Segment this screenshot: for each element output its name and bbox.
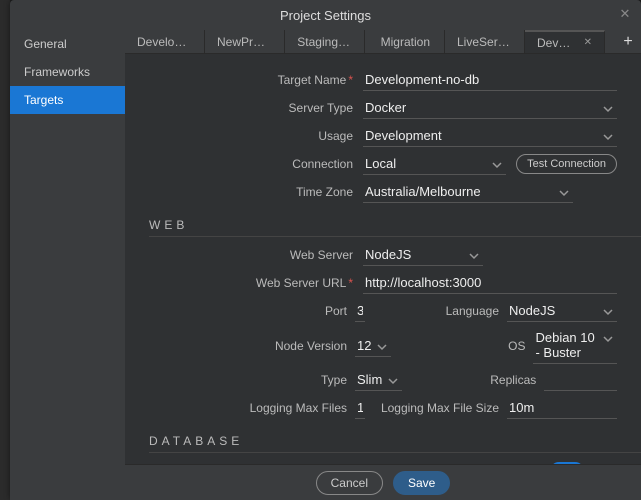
- os-label: OS: [403, 339, 533, 353]
- section-web: WEB: [149, 218, 617, 237]
- type-select[interactable]: Slim: [355, 369, 402, 391]
- sidebar: General Frameworks Targets: [10, 30, 125, 500]
- tab-label: Migration: [377, 35, 432, 49]
- dialog-footer: Cancel Save: [125, 464, 641, 500]
- chevron-down-icon: [559, 186, 569, 201]
- chevron-down-icon: [603, 305, 613, 320]
- target-name-label: Target Name*: [125, 73, 355, 87]
- sidebar-item-targets[interactable]: Targets: [10, 86, 125, 114]
- target-name-input[interactable]: [363, 69, 617, 91]
- tab-staging[interactable]: Staging…: [285, 30, 365, 53]
- web-server-select[interactable]: NodeJS: [363, 244, 483, 266]
- usage-label: Usage: [125, 129, 355, 143]
- log-max-files-label: Logging Max Files: [125, 401, 355, 415]
- port-label: Port: [125, 304, 355, 318]
- node-version-label: Node Version: [125, 339, 355, 353]
- server-type-select[interactable]: Docker: [363, 97, 617, 119]
- chevron-down-icon: [388, 374, 398, 389]
- tab-label: NewPro…: [217, 35, 272, 49]
- sidebar-item-label: Targets: [24, 93, 63, 107]
- save-button[interactable]: Save: [393, 471, 450, 495]
- close-icon[interactable]: ✕: [617, 6, 633, 22]
- language-select[interactable]: NodeJS: [507, 300, 617, 322]
- background: [0, 0, 10, 500]
- test-connection-button[interactable]: Test Connection: [516, 154, 617, 174]
- tab-close-icon[interactable]: ✕: [584, 37, 592, 48]
- chevron-down-icon: [603, 130, 613, 145]
- web-server-label: Web Server: [125, 248, 355, 262]
- log-max-file-size-input[interactable]: [507, 397, 617, 419]
- web-server-url-label: Web Server URL*: [125, 276, 355, 290]
- dialog-title-bar: Project Settings ✕: [10, 0, 641, 30]
- sidebar-item-label: General: [24, 37, 67, 51]
- language-label: Language: [377, 304, 507, 318]
- sidebar-item-label: Frameworks: [24, 65, 90, 79]
- time-zone-select[interactable]: Australia/Melbourne: [363, 181, 573, 203]
- port-input[interactable]: [355, 300, 365, 322]
- replicas-label: Replicas: [414, 373, 544, 387]
- chevron-down-icon: [377, 340, 387, 355]
- time-zone-label: Time Zone: [125, 185, 355, 199]
- tab-label: Develop…: [137, 35, 192, 49]
- log-max-file-size-label: Logging Max File Size: [377, 401, 507, 415]
- tab-label: Staging…: [297, 35, 352, 49]
- form-area: Target Name* Server Type Docker Usage De…: [125, 54, 641, 464]
- chevron-down-icon: [492, 158, 502, 173]
- add-tab-button[interactable]: +: [615, 30, 641, 53]
- os-select[interactable]: Debian 10 - Buster: [533, 327, 617, 364]
- replicas-input[interactable]: [544, 369, 617, 391]
- target-tabs: Develop… NewPro… Staging… Migration Live…: [125, 30, 641, 54]
- dialog-title: Project Settings: [280, 8, 371, 23]
- usage-select[interactable]: Development: [363, 125, 617, 147]
- tab-label: LiveServer: [457, 35, 512, 49]
- enable-redis-toggle[interactable]: [550, 462, 584, 464]
- type-label: Type: [125, 373, 355, 387]
- tab-liveserver[interactable]: LiveServer: [445, 30, 525, 53]
- connection-label: Connection: [125, 157, 355, 171]
- chevron-down-icon: [603, 102, 613, 117]
- log-max-files-input[interactable]: [355, 397, 365, 419]
- tab-develop-1[interactable]: Develop…: [125, 30, 205, 53]
- main-panel: Develop… NewPro… Staging… Migration Live…: [125, 30, 641, 500]
- node-version-select[interactable]: 12: [355, 335, 391, 357]
- tab-label: Develop…: [537, 36, 578, 50]
- sidebar-item-general[interactable]: General: [10, 30, 125, 58]
- cancel-button[interactable]: Cancel: [316, 471, 383, 495]
- sidebar-item-frameworks[interactable]: Frameworks: [10, 58, 125, 86]
- project-settings-dialog: Project Settings ✕ General Frameworks Ta…: [10, 0, 641, 500]
- web-server-url-input[interactable]: [363, 272, 617, 294]
- section-database: DATABASE: [149, 434, 617, 453]
- chevron-down-icon: [469, 249, 479, 264]
- connection-select[interactable]: Local: [363, 153, 506, 175]
- tab-newpro[interactable]: NewPro…: [205, 30, 285, 53]
- chevron-down-icon: [603, 332, 613, 347]
- database-select[interactable]: None: [355, 460, 408, 464]
- tab-develop-2[interactable]: Develop… ✕: [525, 30, 605, 53]
- server-type-label: Server Type: [125, 101, 355, 115]
- tab-migration[interactable]: Migration: [365, 30, 445, 53]
